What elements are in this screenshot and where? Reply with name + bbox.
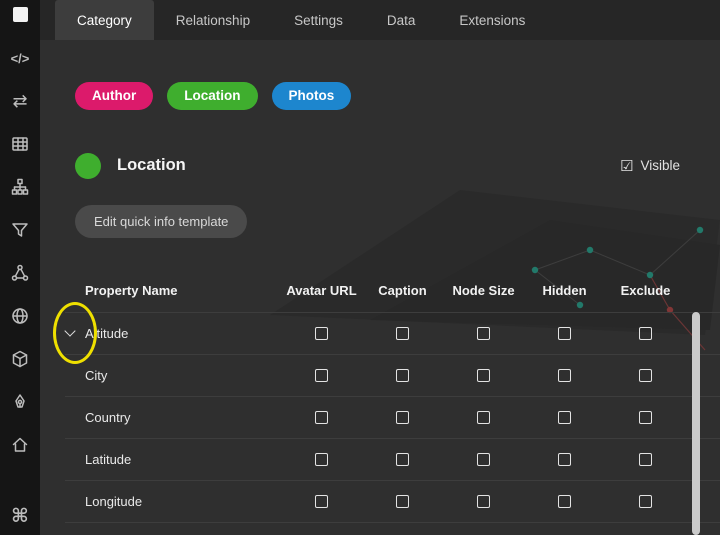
node-size-checkbox[interactable] — [477, 495, 490, 508]
node-size-checkbox[interactable] — [477, 327, 490, 340]
table-grid-icon[interactable] — [9, 133, 31, 155]
tab-relationship[interactable]: Relationship — [154, 0, 272, 40]
table-row: Longitude — [65, 481, 720, 523]
checked-checkbox-icon: ☑ — [620, 157, 633, 175]
property-table-rows: Altitude City Country Latitude — [65, 312, 720, 523]
table-scrollbar[interactable] — [692, 312, 700, 535]
avatar-url-checkbox[interactable] — [315, 453, 328, 466]
swap-arrows-icon[interactable]: ⇄ — [9, 90, 31, 112]
chevron-down-icon[interactable] — [64, 325, 75, 336]
category-color-dot[interactable] — [75, 153, 101, 179]
node-size-checkbox[interactable] — [477, 411, 490, 424]
column-header-node-size: Node Size — [443, 283, 524, 298]
visible-label: Visible — [640, 158, 680, 173]
category-pill-author[interactable]: Author — [75, 82, 153, 110]
property-table: Property Name Avatar URL Caption Node Si… — [65, 278, 720, 523]
visible-toggle[interactable]: ☑ Visible — [620, 157, 680, 175]
category-section-header: Location ☑ Visible — [75, 153, 720, 179]
property-name: Latitude — [85, 452, 131, 467]
avatar-url-checkbox[interactable] — [315, 327, 328, 340]
category-panel: Author Location Photos Location ☑ Visibl… — [40, 40, 720, 535]
avatar-url-checkbox[interactable] — [315, 369, 328, 382]
tab-extensions[interactable]: Extensions — [437, 0, 547, 40]
column-header-caption: Caption — [362, 283, 443, 298]
left-toolbar: </> ⇄ ⌘ — [0, 0, 40, 535]
cube-icon[interactable] — [9, 348, 31, 370]
caption-checkbox[interactable] — [396, 453, 409, 466]
hidden-checkbox[interactable] — [558, 327, 571, 340]
edit-quick-info-button[interactable]: Edit quick info template — [75, 205, 247, 238]
property-table-header: Property Name Avatar URL Caption Node Si… — [65, 278, 720, 304]
tab-data[interactable]: Data — [365, 0, 438, 40]
category-pill-photos[interactable]: Photos — [272, 82, 352, 110]
caption-checkbox[interactable] — [396, 495, 409, 508]
exclude-checkbox[interactable] — [639, 369, 652, 382]
app-square-icon[interactable] — [13, 7, 28, 22]
column-header-property-name: Property Name — [65, 283, 281, 298]
home-icon[interactable] — [9, 434, 31, 456]
globe-icon[interactable] — [9, 305, 31, 327]
column-header-hidden: Hidden — [524, 283, 605, 298]
column-header-avatar-url: Avatar URL — [281, 283, 362, 298]
category-pill-location[interactable]: Location — [167, 82, 257, 110]
property-name: Longitude — [85, 494, 142, 509]
category-pills: Author Location Photos — [75, 82, 720, 110]
category-title: Location — [117, 156, 186, 175]
pen-tool-icon[interactable] — [9, 391, 31, 413]
top-tab-bar: Category Relationship Settings Data Exte… — [40, 0, 720, 40]
caption-checkbox[interactable] — [396, 369, 409, 382]
property-name: Country — [85, 410, 131, 425]
network-triangle-icon[interactable] — [9, 262, 31, 284]
exclude-checkbox[interactable] — [639, 453, 652, 466]
caption-checkbox[interactable] — [396, 411, 409, 424]
column-header-exclude: Exclude — [605, 283, 686, 298]
hidden-checkbox[interactable] — [558, 453, 571, 466]
command-icon[interactable]: ⌘ — [9, 505, 31, 527]
caption-checkbox[interactable] — [396, 327, 409, 340]
table-row: Latitude — [65, 439, 720, 481]
exclude-checkbox[interactable] — [639, 327, 652, 340]
table-row: Altitude — [65, 312, 720, 355]
filter-icon[interactable] — [9, 219, 31, 241]
table-row: Country — [65, 397, 720, 439]
tab-category[interactable]: Category — [55, 0, 154, 40]
property-name: City — [85, 368, 107, 383]
exclude-checkbox[interactable] — [639, 495, 652, 508]
code-icon[interactable]: </> — [9, 47, 31, 69]
node-size-checkbox[interactable] — [477, 369, 490, 382]
hidden-checkbox[interactable] — [558, 411, 571, 424]
table-row: City — [65, 355, 720, 397]
hidden-checkbox[interactable] — [558, 495, 571, 508]
avatar-url-checkbox[interactable] — [315, 411, 328, 424]
avatar-url-checkbox[interactable] — [315, 495, 328, 508]
exclude-checkbox[interactable] — [639, 411, 652, 424]
hierarchy-icon[interactable] — [9, 176, 31, 198]
property-name: Altitude — [85, 326, 128, 341]
tab-settings[interactable]: Settings — [272, 0, 365, 40]
node-size-checkbox[interactable] — [477, 453, 490, 466]
hidden-checkbox[interactable] — [558, 369, 571, 382]
